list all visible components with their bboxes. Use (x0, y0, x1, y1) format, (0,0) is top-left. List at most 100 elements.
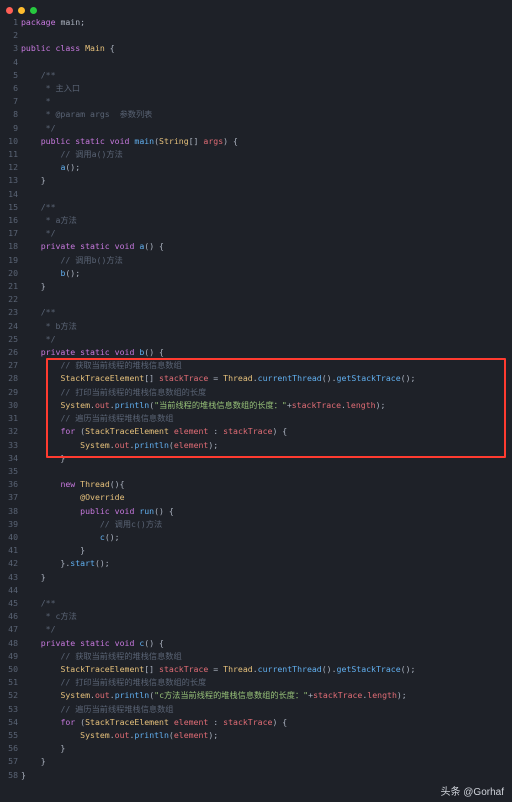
line-number: 2 (0, 29, 21, 42)
code-line[interactable]: 56 } (0, 742, 512, 755)
code-line[interactable]: 12 a(); (0, 161, 512, 174)
code-line[interactable]: 1package main; (0, 16, 512, 29)
code-line[interactable]: 20 b(); (0, 267, 512, 280)
code-line[interactable]: 30 System.out.println("当前线程的堆栈信息数组的长度："+… (0, 399, 512, 412)
line-number: 27 (0, 359, 21, 372)
code-line[interactable]: 46 * c方法 (0, 610, 512, 623)
code-line[interactable]: 9 */ (0, 122, 512, 135)
code-line[interactable]: 3public class Main { (0, 42, 512, 55)
code-line[interactable]: 38 public void run() { (0, 505, 512, 518)
code-line[interactable]: 19 // 调用b()方法 (0, 254, 512, 267)
code-line[interactable]: 17 */ (0, 227, 512, 240)
code-line[interactable]: 34 } (0, 452, 512, 465)
line-number: 4 (0, 56, 21, 69)
code-line[interactable]: 11 // 调用a()方法 (0, 148, 512, 161)
line-number: 12 (0, 161, 21, 174)
code-content: } (21, 544, 512, 557)
code-line[interactable]: 14 (0, 188, 512, 201)
code-line[interactable]: 26 private static void b() { (0, 346, 512, 359)
code-content: System.out.println("c方法当前线程的堆栈信息数组的长度："+… (21, 689, 512, 702)
code-content: */ (21, 623, 512, 636)
code-line[interactable]: 51 // 打印当前线程的堆栈信息数组的长度 (0, 676, 512, 689)
code-line[interactable]: 15 /** (0, 201, 512, 214)
code-line[interactable]: 49 // 获取当前线程的堆栈信息数组 (0, 650, 512, 663)
line-number: 25 (0, 333, 21, 346)
line-number: 34 (0, 452, 21, 465)
code-line[interactable]: 8 * @param args 参数列表 (0, 108, 512, 121)
code-line[interactable]: 10 public static void main(String[] args… (0, 135, 512, 148)
line-number: 30 (0, 399, 21, 412)
code-line[interactable]: 43 } (0, 571, 512, 584)
code-line[interactable]: 57 } (0, 755, 512, 768)
code-line[interactable]: 2 (0, 29, 512, 42)
code-line[interactable]: 35 (0, 465, 512, 478)
code-line[interactable]: 21 } (0, 280, 512, 293)
code-content: // 调用a()方法 (21, 148, 512, 161)
code-line[interactable]: 13 } (0, 174, 512, 187)
code-line[interactable]: 33 System.out.println(element); (0, 439, 512, 452)
code-content: private static void c() { (21, 637, 512, 650)
code-line[interactable]: 7 * (0, 95, 512, 108)
code-line[interactable]: 54 for (StackTraceElement element : stac… (0, 716, 512, 729)
code-content: */ (21, 333, 512, 346)
code-line[interactable]: 41 } (0, 544, 512, 557)
code-line[interactable]: 40 c(); (0, 531, 512, 544)
close-icon[interactable] (6, 7, 13, 14)
code-content: System.out.println(element); (21, 439, 512, 452)
code-line[interactable]: 31 // 遍历当前线程堆栈信息数组 (0, 412, 512, 425)
code-line[interactable]: 32 for (StackTraceElement element : stac… (0, 425, 512, 438)
code-line[interactable]: 36 new Thread(){ (0, 478, 512, 491)
line-number: 20 (0, 267, 21, 280)
code-content: * a方法 (21, 214, 512, 227)
code-content: System.out.println(element); (21, 729, 512, 742)
code-line[interactable]: 37 @Override (0, 491, 512, 504)
line-number: 53 (0, 703, 21, 716)
code-line[interactable]: 6 * 主入口 (0, 82, 512, 95)
code-line[interactable]: 55 System.out.println(element); (0, 729, 512, 742)
code-content: } (21, 174, 512, 187)
code-line[interactable]: 27 // 获取当前线程的堆栈信息数组 (0, 359, 512, 372)
line-number: 35 (0, 465, 21, 478)
line-number: 18 (0, 240, 21, 253)
code-line[interactable]: 50 StackTraceElement[] stackTrace = Thre… (0, 663, 512, 676)
code-line[interactable]: 5 /** (0, 69, 512, 82)
code-line[interactable]: 29 // 打印当前线程的堆栈信息数组的长度 (0, 386, 512, 399)
code-line[interactable]: 24 * b方法 (0, 320, 512, 333)
maximize-icon[interactable] (30, 7, 37, 14)
code-line[interactable]: 52 System.out.println("c方法当前线程的堆栈信息数组的长度… (0, 689, 512, 702)
code-content: // 打印当前线程的堆栈信息数组的长度 (21, 386, 512, 399)
code-content: c(); (21, 531, 512, 544)
code-content: /** (21, 597, 512, 610)
line-number: 31 (0, 412, 21, 425)
code-line[interactable]: 53 // 遍历当前线程堆栈信息数组 (0, 703, 512, 716)
code-content: StackTraceElement[] stackTrace = Thread.… (21, 372, 512, 385)
code-line[interactable]: 45 /** (0, 597, 512, 610)
code-line[interactable]: 58} (0, 769, 512, 782)
code-content: }.start(); (21, 557, 512, 570)
editor-window: 1package main;23public class Main {45 /*… (0, 0, 512, 802)
code-content: // 调用c()方法 (21, 518, 512, 531)
code-line[interactable]: 44 (0, 584, 512, 597)
code-line[interactable]: 16 * a方法 (0, 214, 512, 227)
code-line[interactable]: 48 private static void c() { (0, 637, 512, 650)
minimize-icon[interactable] (18, 7, 25, 14)
code-line[interactable]: 23 /** (0, 306, 512, 319)
code-line[interactable]: 25 */ (0, 333, 512, 346)
line-number: 1 (0, 16, 21, 29)
code-line[interactable]: 18 private static void a() { (0, 240, 512, 253)
code-line[interactable]: 28 StackTraceElement[] stackTrace = Thre… (0, 372, 512, 385)
code-line[interactable]: 39 // 调用c()方法 (0, 518, 512, 531)
code-content: public class Main { (21, 42, 512, 55)
line-number: 32 (0, 425, 21, 438)
line-number: 48 (0, 637, 21, 650)
code-line[interactable]: 22 (0, 293, 512, 306)
code-line[interactable]: 4 (0, 56, 512, 69)
line-number: 41 (0, 544, 21, 557)
code-content: */ (21, 227, 512, 240)
line-number: 54 (0, 716, 21, 729)
code-area[interactable]: 1package main;23public class Main {45 /*… (0, 16, 512, 780)
code-line[interactable]: 42 }.start(); (0, 557, 512, 570)
line-number: 7 (0, 95, 21, 108)
code-content: private static void a() { (21, 240, 512, 253)
code-line[interactable]: 47 */ (0, 623, 512, 636)
